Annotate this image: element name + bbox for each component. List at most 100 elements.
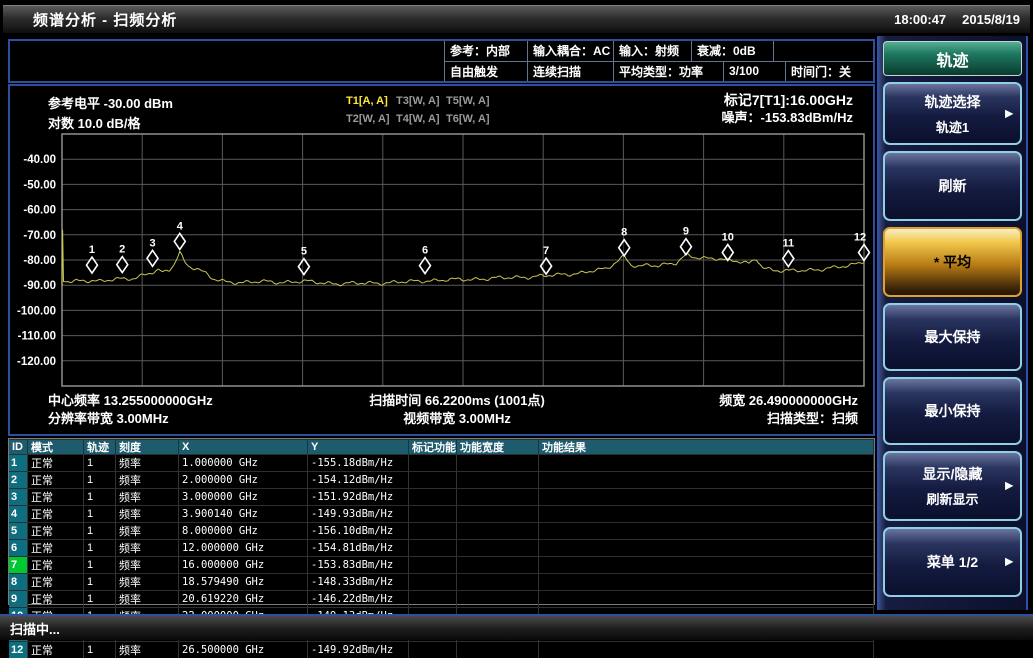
marker-table-cell-trace: 1	[84, 454, 116, 471]
marker-table-cell-mode: 正常	[28, 522, 84, 539]
marker-8[interactable]: 8	[619, 227, 630, 256]
marker-9[interactable]: 9	[680, 226, 691, 255]
marker-table-cell-id: 8	[9, 573, 28, 590]
marker-table-cell-func	[409, 522, 457, 539]
marker-table-row[interactable]: 6正常1频率12.000000 GHz-154.81dBm/Hz	[9, 539, 874, 556]
marker-table-cell-id: 1	[9, 454, 28, 471]
marker-table-cell-result	[539, 556, 874, 573]
clock-date: 2015/8/19	[962, 12, 1020, 27]
settings-row: 自由触发连续扫描平均类型：功率3/100时间门：关	[444, 62, 873, 82]
marker-table-cell-y: -148.33dBm/Hz	[308, 573, 409, 590]
marker-table-cell-x: 3.900140 GHz	[179, 505, 308, 522]
marker-table-cell-id: 7	[9, 556, 28, 573]
marker-table-cell-result	[539, 471, 874, 488]
sidebar-button-7[interactable]: 菜单 1/2▶	[883, 527, 1022, 597]
marker-table-cell-x: 2.000000 GHz	[179, 471, 308, 488]
marker-diamond-icon	[783, 251, 794, 267]
marker-table-cell-id: 12	[9, 641, 28, 658]
trace-flag: T3[W, A]	[396, 95, 446, 113]
sidebar-button-4[interactable]: 最大保持	[883, 303, 1022, 371]
marker-table-cell-y: -154.81dBm/Hz	[308, 539, 409, 556]
marker-table-cell-result	[539, 454, 874, 471]
marker-table-row[interactable]: 3正常1频率3.000000 GHz-151.92dBm/Hz	[9, 488, 874, 505]
sidebar-button-1[interactable]: 轨迹选择轨迹1▶	[883, 82, 1022, 145]
marker-number: 2	[119, 244, 125, 256]
marker-table-cell-func	[409, 590, 457, 607]
marker-table-row[interactable]: 12正常1频率26.500000 GHz-149.92dBm/Hz	[9, 641, 874, 658]
marker-table-cell-y: -156.10dBm/Hz	[308, 522, 409, 539]
marker-table-row[interactable]: 2正常1频率2.000000 GHz-154.12dBm/Hz	[9, 471, 874, 488]
span-label: 频宽 26.490000000GHz	[591, 390, 858, 409]
marker-table-row[interactable]: 1正常1频率1.000000 GHz-155.18dBm/Hz	[9, 454, 874, 471]
marker-table-row[interactable]: 5正常1频率8.000000 GHz-156.10dBm/Hz	[9, 522, 874, 539]
marker-table-cell-func	[409, 471, 457, 488]
marker-readout-noise: 噪声：-153.83dBm/Hz	[722, 109, 853, 127]
marker-table-cell-mode: 正常	[28, 471, 84, 488]
sidebar-button-label: 最大保持	[925, 327, 981, 347]
sidebar-button-6[interactable]: 显示/隐藏刷新显示▶	[883, 451, 1022, 521]
marker-number: 8	[621, 227, 627, 239]
setting-cell: 参考：内部	[444, 41, 527, 61]
sidebar-button-5[interactable]: 最小保持	[883, 377, 1022, 445]
marker-table-cell-scale: 频率	[116, 573, 179, 590]
marker-table-header-cell: 刻度	[116, 439, 179, 454]
marker-table-cell-width	[457, 454, 539, 471]
sidebar-button-2[interactable]: 刷新	[883, 151, 1022, 221]
marker-table-cell-scale: 频率	[116, 454, 179, 471]
marker-table-cell-scale: 频率	[116, 590, 179, 607]
center-frequency-label: 中心频率 13.255000000GHz	[48, 390, 323, 409]
marker-number: 7	[543, 245, 549, 257]
marker-1[interactable]: 1	[86, 244, 97, 273]
marker-table-cell-result	[539, 539, 874, 556]
marker-10[interactable]: 10	[722, 232, 734, 261]
marker-3[interactable]: 3	[147, 237, 158, 266]
marker-diamond-icon	[298, 259, 309, 275]
sidebar-button-3[interactable]: * 平均	[883, 227, 1022, 297]
marker-table-cell-trace: 1	[84, 522, 116, 539]
sweep-time-label: 扫描时间 66.2200ms (1001点)	[323, 390, 590, 409]
marker-table-cell-result	[539, 573, 874, 590]
marker-6[interactable]: 6	[420, 245, 431, 274]
marker-diamond-icon	[147, 250, 158, 266]
settings-row: 参考：内部输入耦合：AC输入：射频衰减：0dB	[444, 41, 873, 62]
marker-table-cell-trace: 1	[84, 556, 116, 573]
spectrum-plot[interactable]: -40.00-50.00-60.00-70.00-80.00-90.00-100…	[10, 86, 873, 434]
svg-text:-60.00: -60.00	[23, 205, 56, 217]
marker-12[interactable]: 12	[854, 232, 870, 261]
marker-table-row[interactable]: 9正常1频率20.619220 GHz-146.22dBm/Hz	[9, 590, 874, 607]
marker-table-cell-mode: 正常	[28, 556, 84, 573]
setting-cell	[773, 41, 873, 61]
marker-table-cell-trace: 1	[84, 539, 116, 556]
rbw-label: 分辨率带宽 3.00MHz	[48, 408, 323, 427]
marker-table-cell-y: -151.92dBm/Hz	[308, 488, 409, 505]
graph-footer-line2: 分辨率带宽 3.00MHz 视频带宽 3.00MHz 扫描类型：扫频	[48, 408, 858, 427]
marker-table-cell-x: 1.000000 GHz	[179, 454, 308, 471]
marker-number: 12	[854, 232, 866, 244]
marker-table-header-cell: 功能宽度	[457, 439, 539, 454]
plot-grid	[62, 134, 864, 386]
marker-table-cell-y: -146.22dBm/Hz	[308, 590, 409, 607]
clock-time: 18:00:47	[894, 12, 946, 27]
svg-text:-40.00: -40.00	[23, 154, 56, 166]
marker-table-cell-id: 6	[9, 539, 28, 556]
marker-table-cell-id: 3	[9, 488, 28, 505]
marker-number: 11	[782, 238, 794, 250]
marker-table-header-cell: X	[179, 439, 308, 454]
svg-text:-110.00: -110.00	[18, 331, 56, 343]
marker-diamond-icon	[680, 239, 691, 255]
setting-cell: 输入：射频	[613, 41, 691, 61]
marker-table-row[interactable]: 7正常1频率16.000000 GHz-153.83dBm/Hz	[9, 556, 874, 573]
sidebar-menu-title: 轨迹	[883, 41, 1022, 76]
marker-number: 1	[89, 244, 95, 256]
marker-table-cell-scale: 频率	[116, 471, 179, 488]
window-title: 频谱分析 - 扫频分析	[33, 9, 177, 30]
marker-table-row[interactable]: 4正常1频率3.900140 GHz-149.93dBm/Hz	[9, 505, 874, 522]
marker-table-row[interactable]: 8正常1频率18.579490 GHz-148.33dBm/Hz	[9, 573, 874, 590]
marker-diamond-icon	[174, 233, 185, 249]
setting-cell: 连续扫描	[527, 62, 613, 82]
marker-table-cell-x: 12.000000 GHz	[179, 539, 308, 556]
marker-2[interactable]: 2	[117, 244, 128, 273]
y-axis-tick-labels: -40.00-50.00-60.00-70.00-80.00-90.00-100…	[17, 154, 56, 368]
trace-flag: T5[W, A]	[446, 95, 496, 113]
trace-flag: T1[A, A]	[346, 95, 396, 113]
